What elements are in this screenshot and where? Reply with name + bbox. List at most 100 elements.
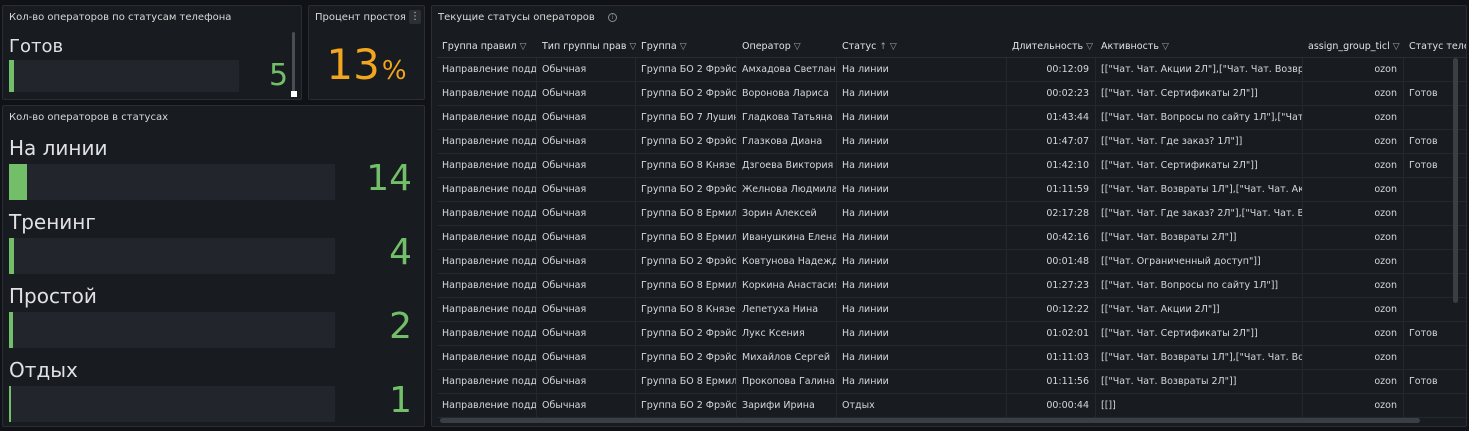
table-cell: [["Чат. Чат. Вопросы по сайту 1Л"],["Чат… bbox=[1096, 106, 1303, 130]
table-cell: ozon bbox=[1303, 226, 1404, 250]
resize-handle[interactable] bbox=[291, 91, 297, 97]
phone-status-bar-fill bbox=[9, 60, 14, 92]
status-item-label: На линии bbox=[9, 136, 108, 160]
column-header[interactable]: Статус ↑ ▽ bbox=[837, 36, 1007, 58]
horizontal-scrollbar[interactable] bbox=[440, 418, 1420, 423]
table-row[interactable]: Направление подде Обычная Группа БО 8 Ерми… bbox=[437, 226, 1466, 250]
table-cell: Направление подде bbox=[437, 106, 537, 130]
table-cell: На линии bbox=[837, 130, 1007, 154]
filter-icon[interactable]: ▽ bbox=[1162, 42, 1169, 52]
table-cell: [["Чат. Чат. Где заказ? 1Л"]] bbox=[1096, 130, 1303, 154]
table-cell: Группа БО 2 Фрэйс Н bbox=[636, 250, 737, 274]
table-cell: На линии bbox=[837, 274, 1007, 298]
panel-title: Кол-во операторов по статусам телефона bbox=[9, 12, 232, 23]
table-row[interactable]: Направление подде Обычная Группа БО 7 Луши… bbox=[437, 106, 1466, 130]
column-header-label: assign_group_ticl bbox=[1308, 41, 1390, 52]
table-cell: Амхадова Светлана bbox=[737, 58, 837, 82]
table-cell: Готов bbox=[1404, 370, 1466, 394]
sort-ascending-icon[interactable]: ↑ bbox=[879, 42, 887, 52]
filter-icon[interactable]: ▽ bbox=[1086, 42, 1093, 52]
table-cell: На линии bbox=[837, 322, 1007, 346]
table-row[interactable]: Направление подде Обычная Группа БО 2 Фрэй… bbox=[437, 346, 1466, 370]
table-cell: Направление подде bbox=[437, 226, 537, 250]
table-row[interactable]: Направление подде Обычная Группа БО 2 Фрэй… bbox=[437, 250, 1466, 274]
column-header[interactable]: Длительность ▽ bbox=[1007, 36, 1096, 58]
status-item-bar bbox=[9, 164, 335, 200]
status-item-bar bbox=[9, 386, 335, 422]
column-header[interactable]: Активность ▽ bbox=[1096, 36, 1303, 58]
table-cell: ozon bbox=[1303, 394, 1404, 418]
table-cell: ozon bbox=[1303, 322, 1404, 346]
status-item-bar-fill bbox=[9, 312, 13, 348]
table-cell: На линии bbox=[837, 154, 1007, 178]
filter-icon[interactable]: ▽ bbox=[1393, 42, 1400, 52]
table-cell: Обычная bbox=[537, 250, 636, 274]
table-cell: 01:11:03 bbox=[1007, 346, 1096, 370]
column-header-label: Статус теле bbox=[1409, 41, 1467, 52]
table-cell: Лепетуха Нина bbox=[737, 298, 837, 322]
table-cell: [["Чат. Чат. Сертификаты 2Л"]] bbox=[1096, 82, 1303, 106]
vertical-scrollbar[interactable] bbox=[1453, 58, 1458, 303]
column-header[interactable]: assign_group_ticl ▽ bbox=[1303, 36, 1404, 58]
idle-percent-unit: % bbox=[381, 56, 407, 86]
column-header-label: Активность bbox=[1101, 41, 1159, 52]
table-cell: Направление подде bbox=[437, 154, 537, 178]
table-row[interactable]: Направление подде Обычная Группа БО 8 Княз… bbox=[437, 154, 1466, 178]
table-cell: На линии bbox=[837, 178, 1007, 202]
table-cell: На линии bbox=[837, 346, 1007, 370]
column-header[interactable]: Группа правил ▽ bbox=[437, 36, 537, 58]
table-row[interactable]: Направление подде Обычная Группа БО 2 Фрэй… bbox=[437, 178, 1466, 202]
table-cell: [["Чат. Чат. Сертификаты 2Л"]] bbox=[1096, 154, 1303, 178]
table-cell: [["Чат. Чат. Возвраты 2Л"]] bbox=[1096, 226, 1303, 250]
table-row[interactable]: Направление подде Обычная Группа БО 8 Ерми… bbox=[437, 274, 1466, 298]
table-cell: Дзгоева Виктория bbox=[737, 154, 837, 178]
table-cell: Обычная bbox=[537, 178, 636, 202]
filter-icon[interactable]: ▽ bbox=[794, 42, 801, 52]
table-cell: [["Чат. Чат. Возвраты 1Л"],["Чат. Чат. В… bbox=[1096, 346, 1303, 370]
table-cell: [["Чат. Ограниченный доступ"]] bbox=[1096, 250, 1303, 274]
table-cell: 00:01:48 bbox=[1007, 250, 1096, 274]
filter-icon[interactable]: ▽ bbox=[520, 42, 527, 52]
table-cell: 01:11:59 bbox=[1007, 178, 1096, 202]
table-cell: [["Чат. Чат. Возвраты 1Л"],["Чат. Чат. А… bbox=[1096, 178, 1303, 202]
table-cell: Направление подде bbox=[437, 82, 537, 106]
panel-current-statuses-table: Текущие статусы операторов i Группа прав… bbox=[431, 5, 1467, 427]
table-cell: Группа БО 8 Князева bbox=[636, 298, 737, 322]
status-item-value: 1 bbox=[389, 380, 412, 421]
panel-idle-percent: Процент простоя ⋮ 13% bbox=[308, 5, 425, 100]
column-header[interactable]: Оператор ▽ bbox=[737, 36, 837, 58]
column-header[interactable]: Статус теле▽ bbox=[1404, 36, 1467, 58]
table-row[interactable]: Направление подде Обычная Группа БО 2 Фрэй… bbox=[437, 130, 1466, 154]
table-cell: Группа БО 2 Фрэйс Н bbox=[636, 394, 737, 418]
table-row[interactable]: Направление подде Обычная Группа БО 2 Фрэй… bbox=[437, 58, 1466, 82]
table-cell: [[]] bbox=[1096, 394, 1303, 418]
phone-status-value: 5 bbox=[269, 58, 289, 93]
table-row[interactable]: Направление подде Обычная Группа БО 8 Княз… bbox=[437, 298, 1466, 322]
column-header-label: Группа bbox=[641, 41, 677, 52]
table-cell: 00:12:09 bbox=[1007, 58, 1096, 82]
column-header[interactable]: Группа ▽ bbox=[636, 36, 737, 58]
info-icon[interactable]: i bbox=[608, 12, 618, 22]
panel-operator-statuses: Кол-во операторов в статусах На линии 14 Т… bbox=[2, 105, 425, 427]
table-row[interactable]: Направление подде Обычная Группа БО 8 Ерми… bbox=[437, 370, 1466, 394]
filter-icon[interactable]: ▽ bbox=[680, 42, 687, 52]
table-cell: [["Чат. Чат. Возвраты 2Л"]] bbox=[1096, 370, 1303, 394]
scrollbar[interactable] bbox=[292, 32, 295, 94]
table-row[interactable]: Направление подде Обычная Группа БО 2 Фрэй… bbox=[437, 394, 1466, 418]
table-cell: На линии bbox=[837, 58, 1007, 82]
table-cell: Направление подде bbox=[437, 130, 537, 154]
table-cell: Обычная bbox=[537, 202, 636, 226]
column-header[interactable]: Тип группы прав ▽ bbox=[537, 36, 636, 58]
status-item-bar bbox=[9, 312, 335, 348]
table-cell: ozon bbox=[1303, 58, 1404, 82]
panel-menu-button[interactable]: ⋮ bbox=[409, 10, 421, 24]
table-row[interactable]: Направление подде Обычная Группа БО 8 Ерми… bbox=[437, 202, 1466, 226]
table-row[interactable]: Направление подде Обычная Группа БО 2 Фрэй… bbox=[437, 322, 1466, 346]
status-item-label: Простой bbox=[9, 284, 97, 308]
filter-icon[interactable]: ▽ bbox=[890, 42, 897, 52]
table-cell: Обычная bbox=[537, 298, 636, 322]
table-cell: [["Чат. Чат. Сертификаты 2Л"]] bbox=[1096, 322, 1303, 346]
table-cell: Воронова Лариса bbox=[737, 82, 837, 106]
table-row[interactable]: Направление подде Обычная Группа БО 2 Фрэй… bbox=[437, 82, 1466, 106]
table-cell: Группа БО 2 Фрэйс Н bbox=[636, 346, 737, 370]
